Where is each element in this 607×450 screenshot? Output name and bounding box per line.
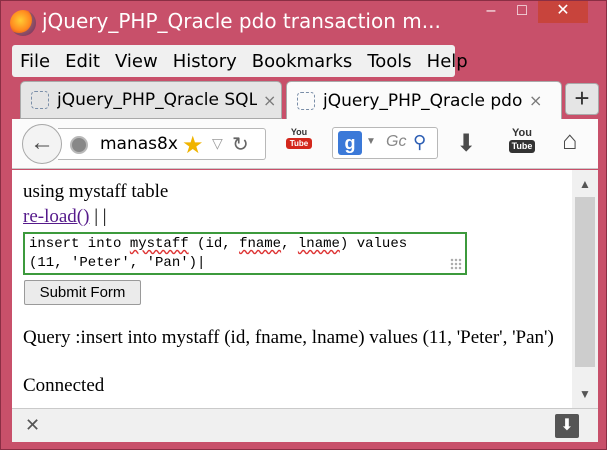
youtube-icon[interactable]: You Tube [509,127,535,157]
sql-textarea[interactable]: insert into mystaff (id, fname, lname) v… [23,232,467,275]
tab-strip: jQuery_PHP_Qracle SQL... × jQuery_PHP_Qr… [12,79,607,119]
firefox-logo-icon [10,10,36,36]
sql-text: lname [297,236,340,252]
close-tab-icon[interactable]: × [529,91,542,110]
menu-history[interactable]: History [173,51,237,72]
connection-status: Connected [23,375,105,396]
tab-label: jQuery_PHP_Qracle pdo... [323,90,523,111]
url-bar[interactable]: manas8x ★ ▽ ↻ [58,128,266,160]
search-input[interactable]: Gc [386,133,406,151]
page-favicon-icon [297,91,315,110]
sql-text: fname [239,236,282,252]
window-title: jQuery_PHP_Qracle pdo transaction m... [42,9,441,33]
close-window-button[interactable]: ✕ [538,1,588,23]
menu-file[interactable]: File [20,51,50,72]
reload-icon[interactable]: ↻ [232,132,249,157]
url-dropdown-icon[interactable]: ▽ [212,135,223,152]
youtube-small-top: You [290,127,308,137]
new-tab-button[interactable]: + [565,83,599,115]
bookmark-star-icon[interactable]: ★ [182,131,204,160]
navigation-toolbar: manas8x ★ ▽ ↻ ← You Tube g ▼ Gc ⚲ ⬇ You … [12,119,598,169]
globe-icon [70,136,88,154]
close-tab-icon[interactable]: × [263,91,276,110]
title-bar: jQuery_PHP_Qracle pdo transaction m... –… [1,1,607,45]
tab-pdo-transaction[interactable]: jQuery_PHP_Qracle pdo... × [286,81,562,119]
scroll-down-icon[interactable]: ▼ [572,382,598,406]
youtube-top: You [512,127,532,139]
reload-line: re-load() | | [23,206,107,228]
url-text: manas8x [100,134,178,154]
back-arrow-icon: ← [30,129,54,156]
search-engine-dropdown-icon[interactable]: ▼ [366,136,376,147]
home-icon[interactable]: ⌂ [562,125,578,156]
separator-text: | | [89,206,107,227]
scroll-thumb[interactable] [575,197,595,367]
resize-grip-icon[interactable] [450,258,462,270]
sql-text: (id, [188,236,240,252]
youtube-small-icon[interactable]: You Tube [286,127,312,157]
sql-text: (11, 'Peter', 'Pan') [29,255,198,271]
menu-help[interactable]: Help [427,51,468,72]
minimize-button[interactable]: – [477,1,505,23]
submit-form-button[interactable]: Submit Form [24,280,141,305]
sql-text: ) values [339,236,408,252]
download-status-icon[interactable]: ⬇ [555,414,579,438]
menu-view[interactable]: View [115,51,158,72]
menu-tools[interactable]: Tools [367,51,411,72]
tab-sql[interactable]: jQuery_PHP_Qracle SQL... × [20,81,282,119]
youtube-small-bottom: Tube [286,138,312,149]
menu-bar: File Edit View History Bookmarks Tools H… [12,45,468,77]
sql-text: , [281,236,298,252]
search-icon[interactable]: ⚲ [413,132,426,153]
search-box[interactable]: g ▼ Gc ⚲ [332,127,438,159]
browser-window: jQuery_PHP_Qracle pdo transaction m... –… [0,0,607,450]
sql-text: insert into [29,236,130,252]
page-favicon-icon [31,91,49,109]
menu-bookmarks[interactable]: Bookmarks [252,51,353,72]
vertical-scrollbar[interactable]: ▲ ▼ [572,170,598,408]
query-output: Query :insert into mystaff (id, fname, l… [23,327,554,348]
youtube-bottom: Tube [509,140,535,153]
google-icon[interactable]: g [338,131,362,155]
maximize-button[interactable]: □ [508,1,536,23]
download-icon[interactable]: ⬇ [456,129,476,158]
sql-text: mystaff [129,236,189,252]
bottom-bar: ✕ ⬇ [12,408,598,442]
page-heading: using mystaff table [23,181,169,202]
close-bar-icon[interactable]: ✕ [25,415,40,436]
reload-link[interactable]: re-load() [23,206,89,227]
tab-label: jQuery_PHP_Qracle SQL... [57,90,257,110]
back-button[interactable]: ← [22,124,62,164]
menu-edit[interactable]: Edit [65,51,100,72]
scroll-up-icon[interactable]: ▲ [572,172,598,196]
page-content: using mystaff table re-load() | | insert… [12,170,598,408]
